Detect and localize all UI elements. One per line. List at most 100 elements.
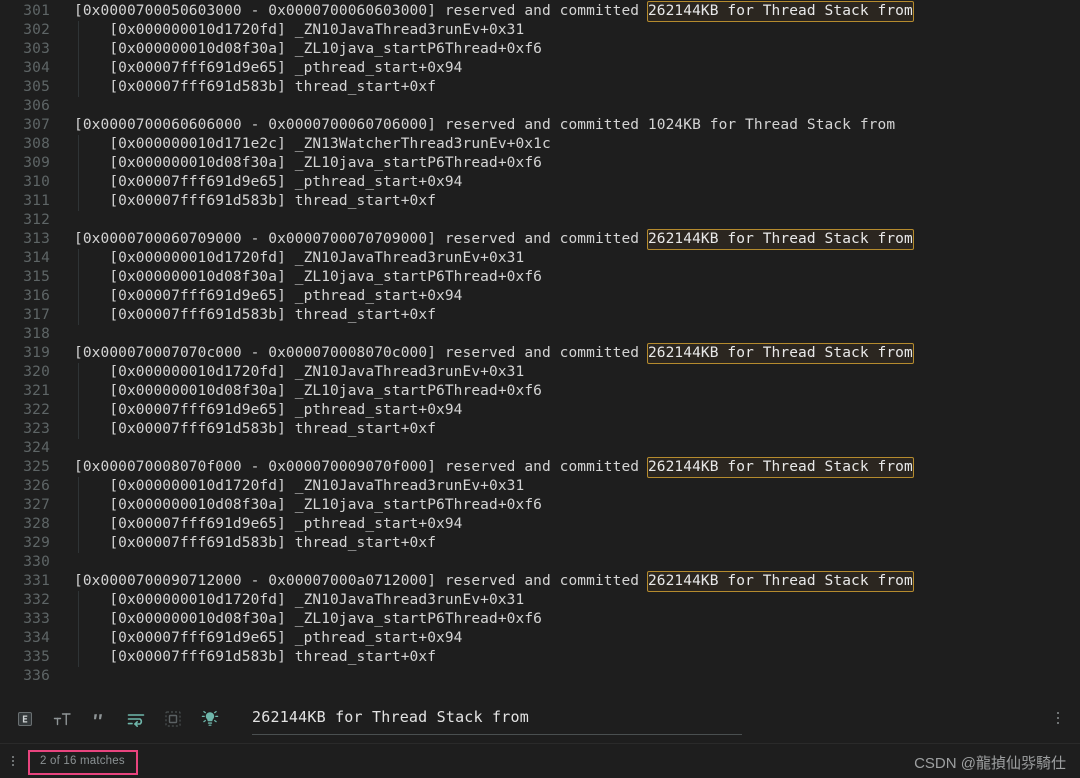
line-number: 307 xyxy=(23,117,50,133)
code-line[interactable]: 336 xyxy=(0,667,1080,686)
code-line[interactable]: 327 [0x000000010d08f30a] _ZL10java_start… xyxy=(0,496,1080,515)
code-line[interactable]: 328 [0x00007fff691d9e65] _pthread_start+… xyxy=(0,515,1080,534)
code-line[interactable]: 316 [0x00007fff691d9e65] _pthread_start+… xyxy=(0,287,1080,306)
code-line[interactable]: 335 [0x00007fff691d583b] thread_start+0x… xyxy=(0,648,1080,667)
code-line-text: [0x000000010d08f30a] _ZL10java_startP6Th… xyxy=(74,382,542,401)
regex-icon[interactable]: E xyxy=(14,708,36,730)
code-text-segment: [0x00007fff691d583b] thread_start+0xf xyxy=(74,193,437,209)
code-line[interactable]: 317 [0x00007fff691d583b] thread_start+0x… xyxy=(0,306,1080,325)
code-line[interactable]: 330 xyxy=(0,553,1080,572)
line-number: 334 xyxy=(23,630,50,646)
code-editor[interactable]: 301 [0x0000700050603000 - 0x0000700060603… xyxy=(0,0,1080,697)
code-line-text: [0x0000700060606000 - 0x0000700060706000… xyxy=(74,116,895,135)
search-match-highlight: 262144KB for Thread Stack from xyxy=(646,1,914,22)
code-line[interactable]: 310 [0x00007fff691d9e65] _pthread_start+… xyxy=(0,173,1080,192)
line-number: 306 xyxy=(23,98,50,114)
find-options-group: E xyxy=(14,707,221,731)
code-line-text: [0x000000010d08f30a] _ZL10java_startP6Th… xyxy=(74,610,542,629)
code-line-text: [0x000000010d1720fd] _ZN10JavaThread3run… xyxy=(74,477,524,496)
code-line[interactable]: 318 xyxy=(0,325,1080,344)
code-line[interactable]: 329 [0x00007fff691d583b] thread_start+0x… xyxy=(0,534,1080,553)
line-number: 304 xyxy=(23,60,50,76)
code-line-text: [0x000000010d08f30a] _ZL10java_startP6Th… xyxy=(74,40,542,59)
line-number: 327 xyxy=(23,497,50,513)
search-match-highlight: 262144KB for Thread Stack from xyxy=(646,457,914,478)
code-text-segment: [0x000000010d1720fd] _ZN10JavaThread3run… xyxy=(74,364,525,380)
code-line[interactable]: 315 [0x000000010d08f30a] _ZL10java_start… xyxy=(0,268,1080,287)
code-line-text: [0x000000010d1720fd] _ZN10JavaThread3run… xyxy=(74,591,524,610)
search-match-highlight: 262144KB for Thread Stack from xyxy=(646,229,914,250)
line-number: 326 xyxy=(23,478,50,494)
code-text-segment: [0x00007fff691d9e65] _pthread_start+0x94 xyxy=(74,288,463,304)
line-number: 308 xyxy=(23,136,50,152)
code-line[interactable]: 321 [0x000000010d08f30a] _ZL10java_start… xyxy=(0,382,1080,401)
code-line-text: [0x00007fff691d9e65] _pthread_start+0x94 xyxy=(74,59,463,78)
code-line-text: [0x00007fff691d583b] thread_start+0xf xyxy=(74,306,436,325)
code-line-text: [0x000000010d1720fd] _ZN10JavaThread3run… xyxy=(74,21,524,40)
code-line[interactable]: 314 [0x000000010d1720fd] _ZN10JavaThread… xyxy=(0,249,1080,268)
code-line-text: [0x0000700090712000 - 0x00007000a0712000… xyxy=(74,571,914,592)
search-match-highlight: 262144KB for Thread Stack from xyxy=(646,343,914,364)
code-lines-container: 301 [0x0000700050603000 - 0x0000700060603… xyxy=(0,1,1080,686)
code-line-text: [0x00007fff691d583b] thread_start+0xf xyxy=(74,78,436,97)
code-text-segment: [0x00007fff691d9e65] _pthread_start+0x94 xyxy=(74,60,463,76)
code-text-segment: [0x00007fff691d583b] thread_start+0xf xyxy=(74,79,437,95)
code-line[interactable]: 302 [0x000000010d1720fd] _ZN10JavaThread… xyxy=(0,21,1080,40)
code-line[interactable]: 319 [0x000070007070c000 - 0x000070008070c… xyxy=(0,343,1080,364)
code-line-text: [0x00007fff691d9e65] _pthread_start+0x94 xyxy=(74,515,463,534)
line-number: 320 xyxy=(23,364,50,380)
code-line-text: [0x00007fff691d583b] thread_start+0xf xyxy=(74,420,436,439)
code-line[interactable]: 312 xyxy=(0,211,1080,230)
line-number: 329 xyxy=(23,535,50,551)
find-more-options-button[interactable] xyxy=(1050,708,1066,728)
code-line[interactable]: 323 [0x00007fff691d583b] thread_start+0x… xyxy=(0,420,1080,439)
code-line[interactable]: 333 [0x000000010d08f30a] _ZL10java_start… xyxy=(0,610,1080,629)
line-number: 325 xyxy=(23,459,50,475)
in-selection-icon[interactable] xyxy=(162,708,184,730)
code-line[interactable]: 303 [0x000000010d08f30a] _ZL10java_start… xyxy=(0,40,1080,59)
match-count-label: 2 of 16 matches xyxy=(40,755,125,767)
search-input[interactable]: 262144KB for Thread Stack from xyxy=(252,705,742,735)
code-line[interactable]: 324 xyxy=(0,439,1080,458)
soft-wrap-icon[interactable] xyxy=(125,708,147,730)
code-line[interactable]: 326 [0x000000010d1720fd] _ZN10JavaThread… xyxy=(0,477,1080,496)
code-text-segment: [0x00007fff691d583b] thread_start+0xf xyxy=(74,649,437,665)
line-number: 330 xyxy=(23,554,50,570)
whole-words-icon[interactable] xyxy=(88,708,110,730)
code-line[interactable]: 334 [0x00007fff691d9e65] _pthread_start+… xyxy=(0,629,1080,648)
code-line[interactable]: 306 xyxy=(0,97,1080,116)
code-line[interactable]: 311 [0x00007fff691d583b] thread_start+0x… xyxy=(0,192,1080,211)
code-line[interactable]: 308 [0x000000010d171e2c] _ZN13WatcherThr… xyxy=(0,135,1080,154)
filter-intentions-icon[interactable] xyxy=(199,708,221,730)
search-match-highlight: 262144KB for Thread Stack from xyxy=(646,571,914,592)
code-line[interactable]: 301 [0x0000700050603000 - 0x0000700060603… xyxy=(0,1,1080,22)
svg-text:E: E xyxy=(22,715,28,726)
code-line[interactable]: 309 [0x000000010d08f30a] _ZL10java_start… xyxy=(0,154,1080,173)
code-text-segment: [0x000000010d08f30a] _ZL10java_startP6Th… xyxy=(74,41,542,57)
code-text-segment: [0x00007fff691d583b] thread_start+0xf xyxy=(74,307,437,323)
code-line[interactable]: 332 [0x000000010d1720fd] _ZN10JavaThread… xyxy=(0,591,1080,610)
line-number: 317 xyxy=(23,307,50,323)
line-number: 309 xyxy=(23,155,50,171)
find-toolbar: E 262144KB for Thread Stack from xyxy=(0,697,1080,743)
code-line[interactable]: 307 [0x0000700060606000 - 0x0000700060706… xyxy=(0,116,1080,135)
code-line-text: [0x00007fff691d583b] thread_start+0xf xyxy=(74,648,436,667)
line-number: 316 xyxy=(23,288,50,304)
code-line[interactable]: 320 [0x000000010d1720fd] _ZN10JavaThread… xyxy=(0,363,1080,382)
match-case-icon[interactable] xyxy=(51,708,73,730)
line-number: 318 xyxy=(23,326,50,342)
code-line[interactable]: 304 [0x00007fff691d9e65] _pthread_start+… xyxy=(0,59,1080,78)
code-text-segment: [0x000000010d1720fd] _ZN10JavaThread3run… xyxy=(74,478,525,494)
code-line[interactable]: 322 [0x00007fff691d9e65] _pthread_start+… xyxy=(0,401,1080,420)
code-line-text: [0x000070008070f000 - 0x000070009070f000… xyxy=(74,457,914,478)
code-line-text: [0x000000010d171e2c] _ZN13WatcherThread3… xyxy=(74,135,551,154)
line-number: 301 xyxy=(23,3,50,19)
line-number: 322 xyxy=(23,402,50,418)
code-line[interactable]: 305 [0x00007fff691d583b] thread_start+0x… xyxy=(0,78,1080,97)
code-line[interactable]: 313 [0x0000700060709000 - 0x0000700070709… xyxy=(0,229,1080,250)
code-line-text: [0x000000010d1720fd] _ZN10JavaThread3run… xyxy=(74,249,524,268)
code-line[interactable]: 331 [0x0000700090712000 - 0x00007000a0712… xyxy=(0,571,1080,592)
line-number: 321 xyxy=(23,383,50,399)
status-more-options-button[interactable] xyxy=(8,753,18,769)
code-line[interactable]: 325 [0x000070008070f000 - 0x000070009070f… xyxy=(0,457,1080,478)
